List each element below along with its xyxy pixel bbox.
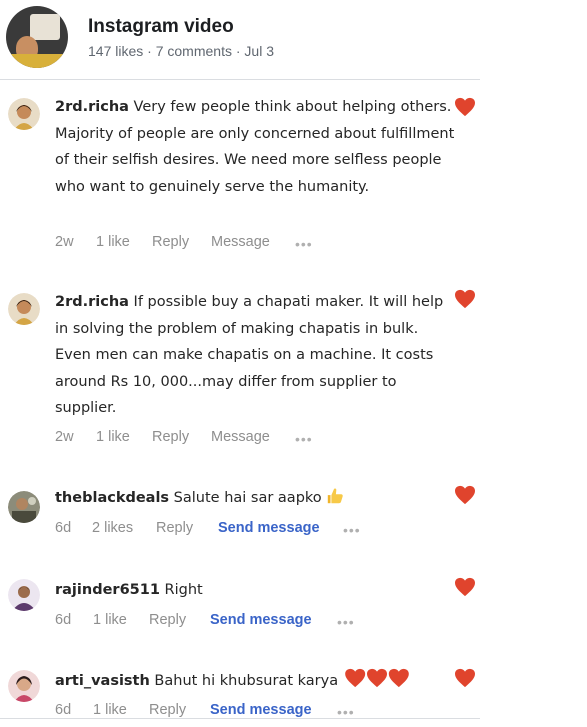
- like-count[interactable]: 1 like: [96, 234, 130, 250]
- comment-item: 2rd.richa Very few people think about he…: [0, 94, 587, 264]
- comment-username[interactable]: 2rd.richa: [55, 99, 129, 115]
- comment-username[interactable]: theblackdeals: [55, 490, 169, 506]
- comment-item: 2rd.richa If possible buy a chapati make…: [0, 289, 587, 459]
- comment-username[interactable]: arti_vasisth: [55, 673, 150, 689]
- more-options-icon[interactable]: •••: [337, 614, 355, 630]
- heart-icon[interactable]: [454, 289, 476, 309]
- bottom-divider: [0, 718, 480, 719]
- comment-item: arti_vasisth Bahut hi khubsurat karya 6d…: [0, 668, 587, 723]
- comment-text: rajinder6511 Right: [55, 577, 455, 604]
- comments-count[interactable]: 7 comments: [156, 43, 232, 59]
- comment-username[interactable]: 2rd.richa: [55, 294, 129, 310]
- send-message-button[interactable]: Send message: [210, 612, 312, 628]
- comment-body: Bahut hi khubsurat karya: [149, 673, 343, 689]
- like-count[interactable]: 1 like: [93, 612, 127, 628]
- heart-icon[interactable]: [454, 668, 476, 688]
- post-date[interactable]: Jul 3: [244, 43, 274, 59]
- comment-time[interactable]: 6d: [55, 520, 71, 536]
- page-avatar[interactable]: [6, 6, 68, 68]
- comment-body: Right: [159, 582, 203, 598]
- comment-text: 2rd.richa If possible buy a chapati make…: [55, 289, 455, 422]
- comment-item: rajinder6511 Right 6d 1 like Reply Send …: [0, 577, 587, 647]
- comment-body: If possible buy a chapati maker. It will…: [55, 294, 444, 416]
- comment-body: Salute hai sar aapko: [169, 490, 327, 506]
- message-button[interactable]: Message: [211, 429, 270, 445]
- message-button[interactable]: Message: [211, 234, 270, 250]
- reply-button[interactable]: Reply: [149, 612, 186, 628]
- three-hearts-icon: [343, 668, 411, 698]
- more-options-icon[interactable]: •••: [295, 431, 313, 447]
- like-count[interactable]: 1 like: [93, 702, 127, 718]
- avatar[interactable]: [8, 491, 40, 523]
- likes-count[interactable]: 147 likes: [88, 43, 143, 59]
- more-options-icon[interactable]: •••: [343, 522, 361, 538]
- post-meta: 147 likes · 7 comments · Jul 3: [88, 43, 274, 59]
- header-divider: [0, 79, 480, 80]
- heart-icon[interactable]: [454, 577, 476, 597]
- post-header: Instagram video 147 likes · 7 comments ·…: [0, 0, 587, 80]
- comment-time[interactable]: 6d: [55, 702, 71, 718]
- avatar[interactable]: [8, 98, 40, 130]
- thumbs-up-icon: [326, 487, 344, 515]
- reply-button[interactable]: Reply: [152, 234, 189, 250]
- more-options-icon[interactable]: •••: [295, 236, 313, 252]
- comment-item: theblackdeals Salute hai sar aapko 6d 2 …: [0, 485, 587, 555]
- avatar[interactable]: [8, 670, 40, 702]
- send-message-button[interactable]: Send message: [218, 520, 320, 536]
- like-count[interactable]: 2 likes: [92, 520, 133, 536]
- post-title[interactable]: Instagram video: [88, 16, 234, 38]
- heart-icon[interactable]: [454, 97, 476, 117]
- comment-username[interactable]: rajinder6511: [55, 582, 160, 598]
- comment-time[interactable]: 6d: [55, 612, 71, 628]
- like-count[interactable]: 1 like: [96, 429, 130, 445]
- send-message-button[interactable]: Send message: [210, 702, 312, 718]
- comment-text: theblackdeals Salute hai sar aapko: [55, 485, 415, 515]
- avatar[interactable]: [8, 293, 40, 325]
- reply-button[interactable]: Reply: [149, 702, 186, 718]
- heart-icon[interactable]: [454, 485, 476, 505]
- comment-time[interactable]: 2w: [55, 234, 74, 250]
- comment-text: arti_vasisth Bahut hi khubsurat karya: [55, 668, 455, 698]
- avatar[interactable]: [8, 579, 40, 611]
- reply-button[interactable]: Reply: [156, 520, 193, 536]
- comment-time[interactable]: 2w: [55, 429, 74, 445]
- reply-button[interactable]: Reply: [152, 429, 189, 445]
- comment-text: 2rd.richa Very few people think about he…: [55, 94, 455, 200]
